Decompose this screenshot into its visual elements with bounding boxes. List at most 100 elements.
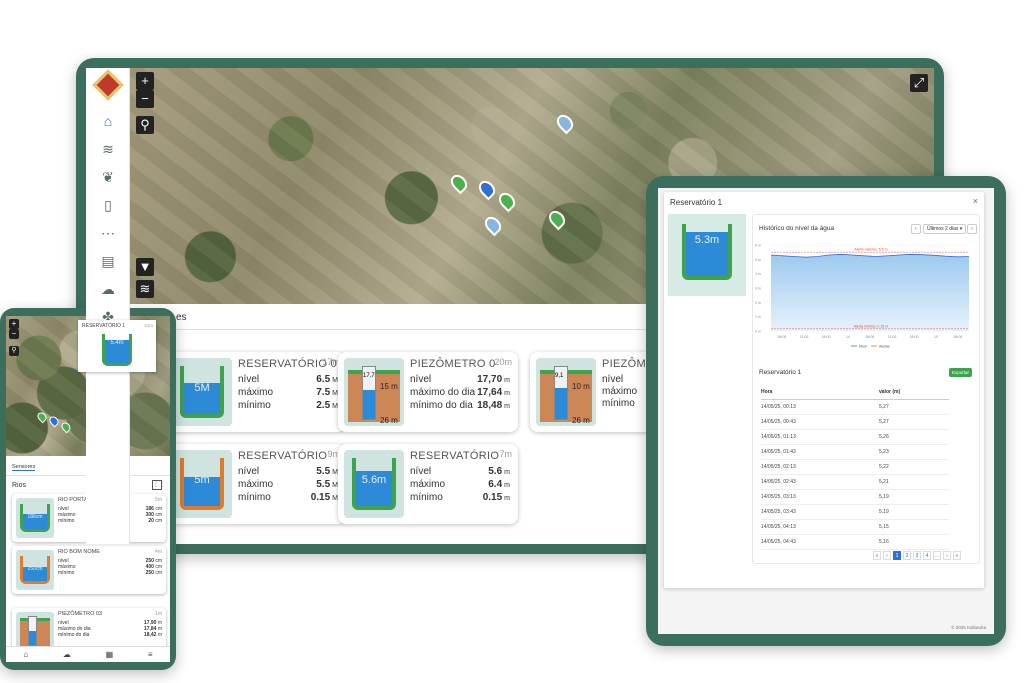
document-icon[interactable]: ▤ [86,248,130,274]
depth-label: 26 m [380,416,398,425]
card-age: 20m [494,357,512,367]
cell-valor: 5,27 [879,419,889,425]
map-pin-home[interactable] [475,177,499,201]
cell-valor: 5,19 [879,494,889,500]
map-pin-sensor[interactable] [59,420,73,434]
table-row: 14/05/25, 02:43 5,21 [761,475,949,490]
piezo-water [363,390,375,419]
page-button[interactable]: 2 [903,551,911,560]
row-value: 0.15 [310,492,331,503]
clipboard-icon[interactable]: ▯ [86,192,130,218]
grid-icon[interactable]: ⋯ [86,220,130,246]
row-value: 6.4 [488,479,503,490]
reservoir-vessel: 5.3m [682,224,732,280]
row-label: máximo [238,479,274,490]
cell-hora: 14/05/25, 02:13 [761,464,796,470]
sensor-card[interactable]: 5.6m RESERVATÓRIO 7m nível 5.6 m máximo 6.4… [338,444,518,524]
map-pin-sensor[interactable] [495,189,519,213]
zoom-in-button[interactable]: + [9,319,19,329]
history-chart-card: Histórico do nível da água ‹ Últimos 2 d… [752,214,980,564]
weather-icon[interactable]: ☁ [86,276,130,302]
sensor-card[interactable]: 5m RESERVATÓRIO 9m nível 5.5 M máximo 5.5 M … [166,444,346,524]
header-valor[interactable]: valor (m) [879,389,949,395]
page-button[interactable]: 4 [923,551,931,560]
layers-icon[interactable]: ≋ [86,136,130,162]
card-title: RESERVATÓRIO [238,450,328,462]
grid-toggle-icon[interactable]: ⋮⋮ [152,480,165,490]
map-pin-sensor[interactable] [545,207,569,231]
piezometer-illustration: 17,7 15 m 26 m [344,358,404,426]
home-icon[interactable]: ⌂ [86,108,130,134]
card-title: RIO BOM NOME [58,549,100,555]
y-tick-label: 4 m [755,272,761,276]
x-tick-label: 06:00 [778,335,787,339]
page-button[interactable]: ‹ [883,551,891,560]
reservoir-level-label: 5.3m [694,234,720,246]
filter-icon[interactable]: ▼ [136,258,154,276]
page-button[interactable]: » [953,551,961,560]
close-icon[interactable]: × [973,196,978,206]
modal-vessel-panel: 5.3m [668,214,746,296]
annotation-alert-max: Alerta máximo: 5.5 m [854,248,887,252]
page-button[interactable]: 1 [893,551,901,560]
card-row: máximo do dia 17,64 m [410,387,510,400]
home-icon[interactable]: ⌂ [23,650,28,659]
row-label: mínimo [238,492,271,503]
y-tick-label: 1 m [755,315,761,319]
sensor-card[interactable]: 250cm RIO BOM NOME 4m nível 250 cm máximo… [12,546,166,594]
tab-sensores[interactable]: es [176,312,187,323]
x-tick-label: 06:00 [866,335,875,339]
table-row: 14/05/25, 03:43 5,19 [761,505,949,520]
map-pin-sensor[interactable] [35,410,49,424]
river-level-label: 250cm [27,566,43,572]
zoom-in-button[interactable]: + [136,72,154,90]
sensor-card[interactable]: 17,7 15 m 26 m PIEZÔMETRO 0 20m nível 17,… [338,352,518,432]
row-label: mínimo [602,398,635,409]
sensor-card[interactable]: 5M RESERVATÓRIO 01 17m nível 6.5 M máximo 7… [166,352,346,432]
row-value: 5.5 [316,479,331,490]
page-button[interactable]: 3 [913,551,921,560]
header-hora[interactable]: Hora [761,389,879,395]
app-logo [91,69,124,101]
page-button[interactable]: … [933,551,941,560]
map-pin-home[interactable] [47,414,61,428]
range-select[interactable]: Últimos 2 dias ▾ [923,224,967,234]
table-row: 14/05/25, 00:43 5,27 [761,415,949,430]
calculator-icon[interactable]: ▦ [106,650,114,659]
page-button[interactable]: › [943,551,951,560]
search-icon[interactable]: ⚲ [136,116,154,134]
cell-hora: 14/05/25, 04:43 [761,539,796,545]
layers-toggle-icon[interactable]: ≋ [136,280,154,298]
pipe-level-label: 10 m [572,382,590,391]
map-pin-sensor[interactable] [553,111,577,135]
map-popup[interactable]: RESERVATÓRIO 1 21m 5.4m [78,320,156,372]
x-tick-label: 06:00 [954,335,963,339]
page-button[interactable]: « [873,551,881,560]
prev-range-button[interactable]: ‹ [911,224,921,234]
cell-hora: 14/05/25, 00:43 [761,419,796,425]
search-icon[interactable]: ⚲ [9,346,19,356]
reservoir-level-label: 5m [194,474,210,486]
menu-icon[interactable]: ≡ [148,650,153,659]
pipe-top-label: 9,1 [555,373,564,379]
map-pin-sensor[interactable] [447,171,471,195]
x-tick-label: 12:00 [800,335,809,339]
row-unit: m [504,390,510,397]
zoom-out-button[interactable]: − [9,329,19,339]
sprout-icon[interactable]: ❦ [86,164,130,190]
weather-icon[interactable]: ☁ [63,650,71,659]
reservoir-vessel: 5m [180,458,224,510]
card-row: nível 5.6 m [410,466,510,479]
reservoir-vessel: 5.6m [352,458,396,510]
zoom-out-button[interactable]: − [136,90,154,108]
fullscreen-icon[interactable]: ⤢ [910,74,928,92]
tab-sensores[interactable]: Sensores [12,464,36,471]
next-range-button[interactable]: › [967,224,977,234]
map-pin-sensor[interactable] [481,213,505,237]
card-row: máximo 5.5 M [238,479,338,492]
cell-hora: 14/05/25, 00:13 [761,404,796,410]
reservoir-vessel: 5M [180,366,224,418]
export-button[interactable]: Exportar [949,368,973,377]
table-row: 14/05/25, 03:13 5,19 [761,490,949,505]
row-value: 18,42 [143,632,157,638]
